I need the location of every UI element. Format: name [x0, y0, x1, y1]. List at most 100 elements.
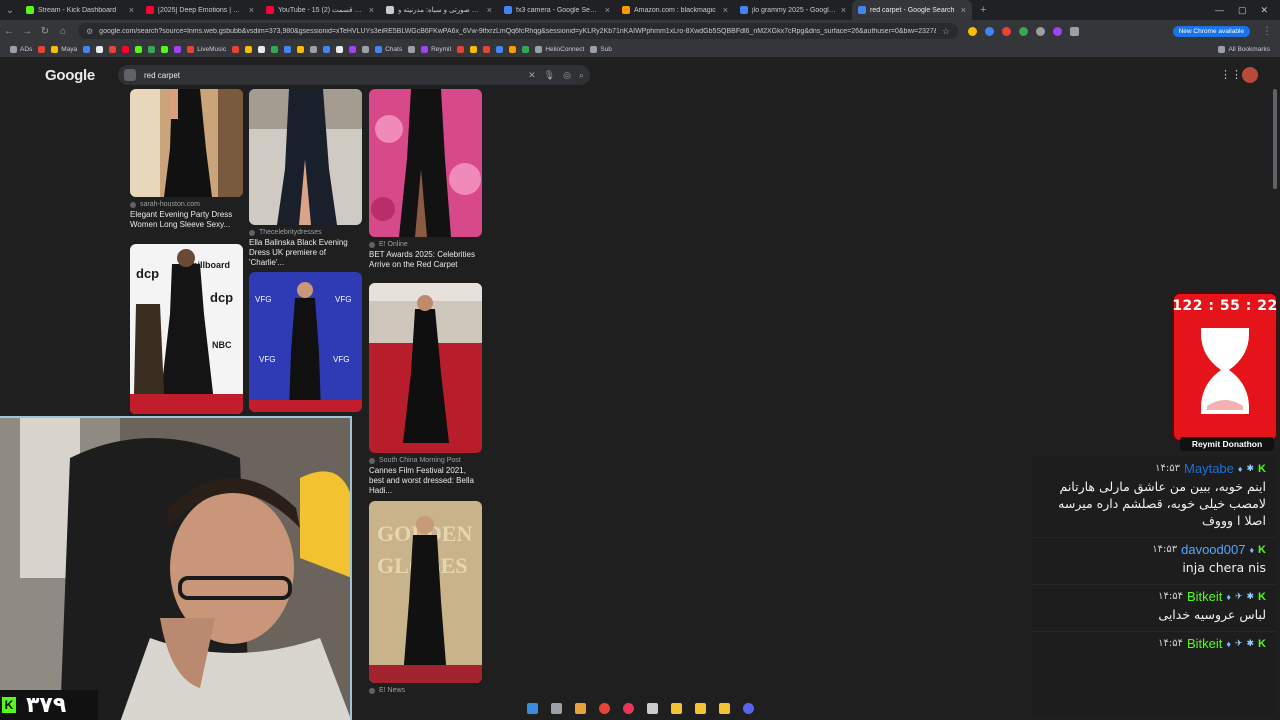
bookmark-item[interactable]	[408, 46, 416, 53]
image-result[interactable]: sarah-houston.com Elegant Evening Party …	[130, 89, 243, 230]
bookmark-item[interactable]	[135, 46, 143, 53]
task-view-icon[interactable]	[550, 702, 562, 714]
tab-2[interactable]: YouTube - 15 زن روز قسمت (2)×	[260, 0, 380, 20]
bookmark-item[interactable]	[109, 46, 117, 53]
extension-icon[interactable]	[1036, 26, 1045, 36]
chat-username[interactable]: Maytabe	[1184, 461, 1234, 476]
bookmark-item[interactable]: Maya	[51, 46, 77, 53]
bookmark-item[interactable]	[470, 46, 478, 53]
extension-icon[interactable]	[968, 26, 977, 36]
account-avatar[interactable]	[1242, 67, 1258, 83]
result-caption[interactable]: Elegant Evening Party Dress Women Long S…	[130, 210, 243, 230]
bookmark-item[interactable]: Chats	[375, 46, 402, 53]
bookmark-item[interactable]	[96, 46, 104, 53]
new-tab-button[interactable]: +	[972, 4, 994, 16]
microphone-icon[interactable]: 🎙	[544, 70, 555, 81]
close-icon[interactable]: ×	[841, 5, 846, 15]
tab-3[interactable]: ترکیب صورتی و سیاه: مدرنیته و...×	[380, 0, 498, 20]
discord-icon[interactable]	[742, 702, 754, 714]
chrome-icon[interactable]	[598, 702, 610, 714]
home-icon[interactable]: ⌂	[54, 26, 72, 37]
minimize-icon[interactable]: —	[1215, 5, 1224, 16]
address-bar[interactable]: ⚙ google.com/search?source=lnms.web.gsbu…	[78, 23, 958, 39]
search-icon[interactable]: ⌕	[579, 70, 584, 81]
app-icon[interactable]	[574, 702, 586, 714]
bookmark-item[interactable]	[509, 46, 517, 53]
site-info-icon[interactable]: ⚙	[86, 27, 93, 36]
extension-icon[interactable]	[1053, 26, 1062, 36]
chat-username[interactable]: Bitkeit	[1187, 589, 1222, 604]
bookmark-item[interactable]: ADs	[10, 46, 32, 53]
close-icon[interactable]: ×	[723, 5, 728, 15]
result-caption[interactable]: Ella Balinska Black Evening Dress UK pre…	[249, 238, 362, 268]
clear-icon[interactable]: ✕	[528, 70, 536, 81]
close-icon[interactable]: ×	[961, 5, 966, 15]
bookmark-item[interactable]: HelioConnect	[535, 46, 584, 53]
bookmark-item[interactable]	[38, 46, 46, 53]
tab-5[interactable]: Amazon.com : blackmagic ×	[616, 0, 734, 20]
close-icon[interactable]: ×	[369, 5, 374, 15]
bookmark-item[interactable]	[122, 46, 130, 53]
result-thumbnail[interactable]	[369, 283, 482, 453]
extension-icon[interactable]	[985, 26, 994, 36]
chrome-update-chip[interactable]: New Chrome available	[1172, 25, 1250, 37]
close-icon[interactable]: ×	[487, 5, 492, 15]
bookmark-item[interactable]	[148, 46, 156, 53]
app-icon[interactable]	[694, 702, 706, 714]
tab-1[interactable]: [2025] Deep Emotions | Cigarette...×	[140, 0, 260, 20]
bookmark-item[interactable]	[310, 46, 318, 53]
close-icon[interactable]: ×	[605, 5, 610, 15]
menu-icon[interactable]: ⋮	[1258, 26, 1276, 37]
close-icon[interactable]: ×	[129, 5, 134, 15]
bookmark-item[interactable]	[174, 46, 182, 53]
bookmark-item[interactable]	[496, 46, 504, 53]
close-icon[interactable]: ×	[249, 5, 254, 15]
bookmark-item[interactable]	[336, 46, 344, 53]
bookmark-star-icon[interactable]: ☆	[942, 26, 950, 37]
image-result[interactable]: VFG VFG VFG VFG	[249, 272, 362, 412]
forward-icon[interactable]: →	[18, 26, 36, 37]
image-result[interactable]: dcp billboard dcp NBC	[130, 244, 243, 414]
app-icon[interactable]	[646, 702, 658, 714]
all-bookmarks[interactable]: All Bookmarks	[1218, 46, 1270, 53]
extension-icon[interactable]	[1019, 26, 1028, 36]
bookmark-item[interactable]	[362, 46, 370, 53]
bookmark-item[interactable]: Reymit	[421, 46, 451, 53]
google-logo[interactable]: Google	[45, 67, 95, 84]
search-box[interactable]: red carpet ✕ 🎙 ◎ ⌕	[118, 65, 590, 85]
bookmark-item[interactable]	[522, 46, 530, 53]
bookmark-item[interactable]	[161, 46, 169, 53]
result-thumbnail[interactable]: GOLDEN GLOBES	[369, 501, 482, 683]
maximize-icon[interactable]: ▢	[1238, 5, 1247, 16]
bookmark-item[interactable]	[83, 46, 91, 53]
image-query-thumbnail[interactable]	[124, 69, 136, 81]
windows-start-icon[interactable]	[526, 702, 538, 714]
result-caption[interactable]: BET Awards 2025: Celebrities Arrive on t…	[369, 250, 482, 270]
image-result[interactable]: GOLDEN GLOBES E! News	[369, 501, 482, 694]
bookmark-item[interactable]: LiveMusic	[187, 46, 226, 53]
app-icon[interactable]	[622, 702, 634, 714]
image-result[interactable]: E! Online BET Awards 2025: Celebrities A…	[369, 89, 482, 270]
lens-icon[interactable]: ◎	[563, 70, 571, 81]
tab-6[interactable]: jlo grammy 2025 - Google Search×	[734, 0, 852, 20]
bookmark-item[interactable]: Sub	[590, 46, 612, 53]
puzzle-icon[interactable]	[1070, 26, 1079, 36]
tab-search-icon[interactable]: ⌄	[0, 5, 20, 16]
bookmark-item[interactable]	[457, 46, 465, 53]
result-thumbnail[interactable]: VFG VFG VFG VFG	[249, 272, 362, 412]
app-icon[interactable]	[670, 702, 682, 714]
bookmark-item[interactable]	[271, 46, 279, 53]
search-input[interactable]: red carpet	[144, 71, 520, 80]
close-window-icon[interactable]: ✕	[1260, 5, 1268, 16]
result-thumbnail[interactable]	[369, 89, 482, 237]
bookmark-item[interactable]	[232, 46, 240, 53]
image-result[interactable]: South China Morning Post Cannes Film Fes…	[369, 283, 482, 496]
chat-username[interactable]: Bitkeit	[1187, 636, 1222, 651]
scrollbar-thumb[interactable]	[1273, 89, 1277, 189]
chat-username[interactable]: davood007	[1181, 542, 1245, 557]
bookmark-item[interactable]	[258, 46, 266, 53]
bookmark-item[interactable]	[349, 46, 357, 53]
extension-icon[interactable]	[1002, 26, 1011, 36]
result-thumbnail[interactable]	[249, 89, 362, 225]
tab-4[interactable]: fx3 camera - Google Search ×	[498, 0, 616, 20]
